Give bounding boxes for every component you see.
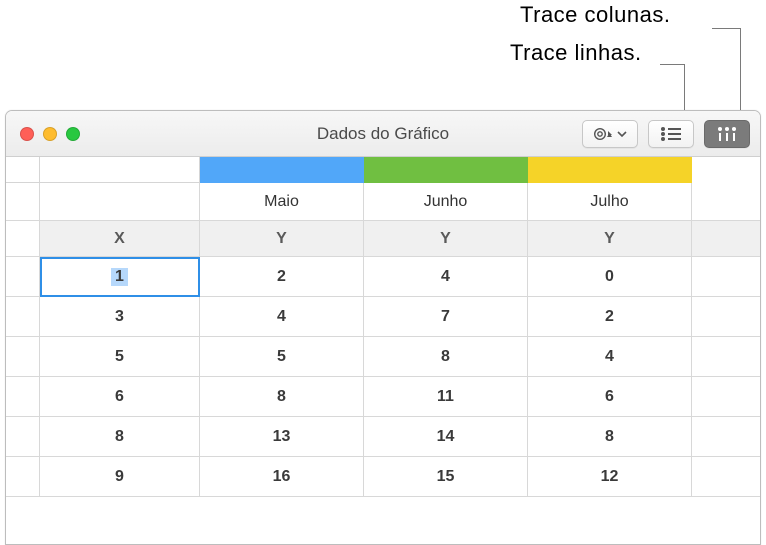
column-header-0[interactable]: Maio	[200, 183, 364, 221]
axis-y-0: Y	[200, 221, 364, 257]
cell-x-4[interactable]: 8	[40, 417, 200, 457]
zoom-window-button[interactable]	[66, 127, 80, 141]
row-gutter	[6, 417, 40, 457]
cell-2-1[interactable]: 8	[364, 337, 528, 377]
cell-2-2[interactable]: 4	[528, 337, 692, 377]
cell-5-0[interactable]: 16	[200, 457, 364, 497]
row-gutter	[6, 337, 40, 377]
axis-y-2: Y	[528, 221, 692, 257]
callout-plot-columns: Trace colunas.	[520, 2, 670, 28]
column-header-2[interactable]: Julho	[528, 183, 692, 221]
cell-empty[interactable]	[692, 257, 760, 297]
axis-x: X	[40, 221, 200, 257]
settings-menu[interactable]	[582, 120, 638, 148]
cell-1-1[interactable]: 7	[364, 297, 528, 337]
grid-corner	[6, 157, 40, 183]
cell-empty[interactable]	[692, 417, 760, 457]
cell-3-1[interactable]: 11	[364, 377, 528, 417]
row-gutter	[6, 377, 40, 417]
axis-empty	[692, 221, 760, 257]
minimize-window-button[interactable]	[43, 127, 57, 141]
cell-empty[interactable]	[692, 297, 760, 337]
cell-empty[interactable]	[692, 457, 760, 497]
chevron-down-icon	[617, 130, 627, 138]
cell-x-5[interactable]: 9	[40, 457, 200, 497]
grid-corner	[40, 157, 200, 183]
cell-0-2[interactable]: 0	[528, 257, 692, 297]
cell-3-0[interactable]: 8	[200, 377, 364, 417]
cell-2-0[interactable]: 5	[200, 337, 364, 377]
cell-1-2[interactable]: 2	[528, 297, 692, 337]
column-color-empty	[692, 157, 760, 183]
row-gutter	[6, 457, 40, 497]
callout-plot-rows: Trace linhas.	[510, 40, 642, 66]
cell-4-2[interactable]: 8	[528, 417, 692, 457]
cell-5-2[interactable]: 12	[528, 457, 692, 497]
titlebar: Dados do Gráfico	[6, 111, 760, 157]
cell-3-2[interactable]: 6	[528, 377, 692, 417]
plot-columns-button[interactable]	[704, 120, 750, 148]
column-color-2[interactable]	[528, 157, 692, 183]
column-header-1[interactable]: Junho	[364, 183, 528, 221]
close-window-button[interactable]	[20, 127, 34, 141]
header-empty	[692, 183, 760, 221]
rows-icon	[659, 126, 683, 142]
gutter	[6, 183, 40, 221]
row-gutter	[6, 257, 40, 297]
cell-5-1[interactable]: 15	[364, 457, 528, 497]
row-gutter	[6, 297, 40, 337]
cell-1-0[interactable]: 4	[200, 297, 364, 337]
chart-data-editor-window: Dados do Gráfico	[5, 110, 761, 545]
cell-0-0[interactable]: 2	[200, 257, 364, 297]
gutter	[6, 221, 40, 257]
column-color-0[interactable]	[200, 157, 364, 183]
cell-empty[interactable]	[692, 337, 760, 377]
cell-4-0[interactable]: 13	[200, 417, 364, 457]
cell-x-2[interactable]: 5	[40, 337, 200, 377]
columns-icon	[715, 125, 739, 143]
gear-icon	[593, 126, 613, 142]
column-color-1[interactable]	[364, 157, 528, 183]
cell-0-1[interactable]: 4	[364, 257, 528, 297]
cell-x-0[interactable]: 1	[40, 257, 200, 297]
cell-x-3[interactable]: 6	[40, 377, 200, 417]
header-empty	[40, 183, 200, 221]
cell-x-1[interactable]: 3	[40, 297, 200, 337]
cell-empty[interactable]	[692, 377, 760, 417]
plot-rows-button[interactable]	[648, 120, 694, 148]
axis-y-1: Y	[364, 221, 528, 257]
cell-4-1[interactable]: 14	[364, 417, 528, 457]
